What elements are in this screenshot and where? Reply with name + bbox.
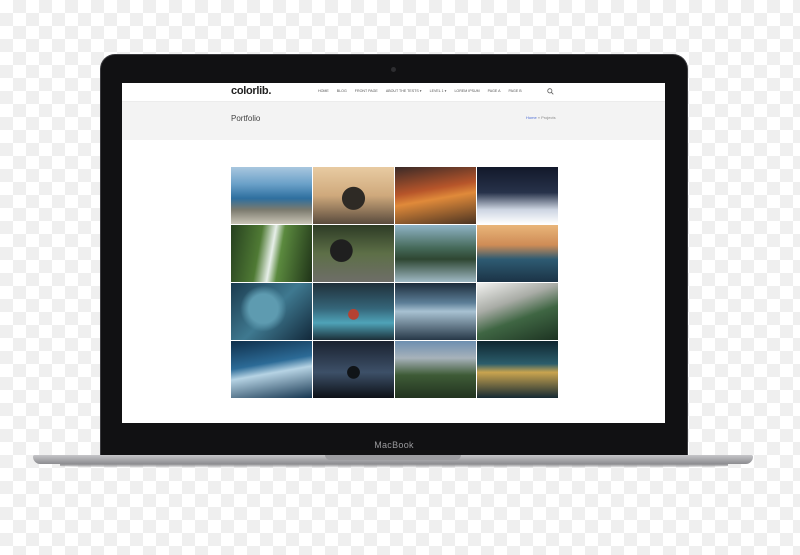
menu-item-front-page[interactable]: Front Page [355,89,378,93]
menu-item-page-a[interactable]: Page A [488,89,501,93]
portfolio-tile[interactable] [231,225,312,282]
menu-item-blog[interactable]: Blog [337,89,347,93]
portfolio-grid [231,167,558,398]
search-icon[interactable] [547,88,554,95]
menu-item-page-b[interactable]: Page B [509,89,522,93]
portfolio-tile[interactable] [231,341,312,398]
portfolio-tile[interactable] [231,283,312,340]
portfolio-tile[interactable] [477,341,558,398]
portfolio-tile[interactable] [313,167,394,224]
site-header: colorlib. Home Blog Front Page About the… [122,83,665,102]
laptop-brand-label: MacBook [374,440,414,450]
menu-item-lorem-ipsum[interactable]: Lorem Ipsum [454,89,479,93]
breadcrumb-current: Projects [541,115,556,120]
portfolio-tile[interactable] [395,341,476,398]
page-header: Portfolio Home » Projects [122,102,665,140]
portfolio-tile[interactable] [313,341,394,398]
portfolio-tile[interactable] [477,225,558,282]
portfolio-tile[interactable] [395,283,476,340]
main-menu: Home Blog Front Page About the Tests ▾ L… [318,89,530,93]
page-title: Portfolio [231,114,261,123]
portfolio-tile[interactable] [395,167,476,224]
portfolio-tile[interactable] [313,225,394,282]
menu-item-home[interactable]: Home [318,89,329,93]
portfolio-tile[interactable] [395,225,476,282]
portfolio-tile[interactable] [231,167,312,224]
laptop-shadow [60,464,728,468]
breadcrumb-home-link[interactable]: Home [526,115,537,120]
menu-item-level-1[interactable]: Level 1 ▾ [430,89,447,93]
browser-screen: colorlib. Home Blog Front Page About the… [122,83,665,423]
breadcrumb: Home » Projects [526,115,556,120]
portfolio-tile[interactable] [477,167,558,224]
webcam-icon [391,67,396,72]
laptop-notch [325,455,461,460]
portfolio-tile[interactable] [313,283,394,340]
portfolio-tile[interactable] [477,283,558,340]
menu-item-about-the-tests[interactable]: About the Tests ▾ [386,89,422,93]
site-logo[interactable]: colorlib. [231,85,271,97]
